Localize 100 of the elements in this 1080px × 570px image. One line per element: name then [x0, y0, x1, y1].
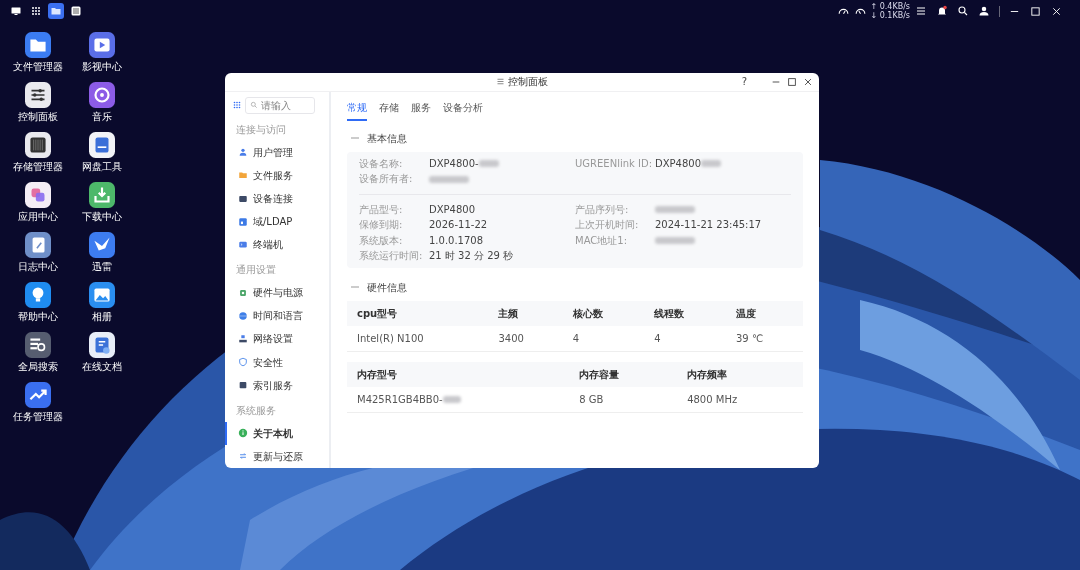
notebook-icon[interactable] [25, 232, 51, 258]
folder-icon [238, 170, 248, 181]
screen-icon [238, 193, 248, 204]
menu-icon[interactable] [915, 5, 927, 17]
music-icon[interactable] [89, 82, 115, 108]
video-icon[interactable] [89, 32, 115, 58]
field-value: DXP4800 [655, 156, 702, 171]
close-icon[interactable] [1051, 5, 1062, 17]
field-value: 2026-11-22 [429, 218, 488, 233]
sidebar-item[interactable]: 域/LDAP [225, 210, 329, 234]
refresh-icon [238, 451, 248, 462]
grid-icon[interactable] [232, 100, 242, 111]
sidebar-item[interactable]: 文件服务 [225, 163, 329, 187]
user-icon[interactable] [978, 5, 990, 17]
column-header: 内存频率 [677, 361, 803, 387]
sidebar-item[interactable]: 网络设置 [225, 327, 329, 351]
terminal-icon [238, 239, 248, 250]
menu-icon [496, 77, 506, 87]
app-label[interactable]: 相册 [92, 311, 112, 323]
sidebar-item[interactable]: 用户管理 [225, 140, 329, 164]
table-cell-text: Intel(R) N100 [357, 331, 424, 346]
app-label[interactable]: 应用中心 [18, 211, 58, 223]
bird-icon[interactable] [89, 232, 115, 258]
bell-icon[interactable] [936, 5, 948, 17]
field-label: 产品型号: [359, 202, 404, 217]
document-icon[interactable] [89, 332, 115, 358]
app-label[interactable]: 迅雷 [92, 261, 112, 273]
chart-icon[interactable] [25, 382, 51, 408]
help-button[interactable]: ? [737, 75, 751, 89]
sidebar-item[interactable]: 设备连接 [225, 186, 329, 211]
sidebar-item[interactable]: 时间和语言 [225, 304, 329, 328]
column-header: 主频 [488, 300, 563, 326]
app-label[interactable]: 在线文档 [82, 361, 122, 373]
tab[interactable]: 存储 [379, 95, 399, 121]
group-title: 连接与访问 [235, 122, 287, 137]
field-label: 设备所有者: [359, 172, 414, 187]
section-title: 基本信息 [367, 131, 407, 146]
group-title: 通用设置 [235, 263, 277, 278]
app-label[interactable]: 影视中心 [82, 61, 122, 73]
field-value: 1.0.0.1708 [429, 233, 484, 248]
apps-icon[interactable] [25, 182, 51, 208]
sidebar-item[interactable]: 索引服务 [225, 373, 329, 397]
maximize-icon[interactable] [787, 77, 797, 87]
domain-icon [238, 216, 248, 227]
field-value: 2024-11-21 23:45:17 [655, 218, 762, 233]
column-header: cpu型号 [347, 300, 489, 326]
close-icon[interactable] [803, 77, 813, 87]
tab[interactable]: 服务 [411, 95, 431, 121]
image-icon[interactable] [89, 282, 115, 308]
table-cell-text: 3400 [498, 331, 524, 346]
column-header: 线程数 [644, 300, 726, 326]
search-field[interactable]: 请输入 [244, 96, 315, 114]
app-label[interactable]: 控制面板 [18, 111, 58, 123]
app-label[interactable]: 音乐 [92, 111, 112, 123]
field-value: DXP4800 [429, 202, 476, 217]
folder-icon[interactable] [25, 32, 51, 58]
chip-icon [238, 287, 248, 298]
table-cell-text: 39 ℃ [736, 331, 764, 346]
field-value: 21 时 32 分 29 秒 [429, 249, 514, 264]
app-label[interactable]: 帮助中心 [18, 311, 58, 323]
field-label: 保修到期: [359, 218, 404, 233]
field-label: 系统版本: [359, 233, 404, 248]
app-label[interactable]: 网盘工具 [82, 161, 122, 173]
sidebar-item[interactable]: 安全性 [225, 350, 329, 374]
network-icon [238, 334, 248, 344]
globe-icon [238, 310, 248, 321]
table-cell-text: M425R1GB4BB0- [357, 392, 443, 407]
field-value: DXP4800- [429, 156, 479, 171]
field-label: 上次开机时间: [575, 218, 640, 233]
storage-icon[interactable] [25, 132, 51, 158]
group-title: 系统服务 [235, 403, 277, 418]
app-label[interactable]: 下载中心 [82, 211, 122, 223]
sidebar-item[interactable]: 更新与还原 [225, 444, 329, 468]
column-header: 核心数 [562, 300, 645, 326]
column-header: 温度 [726, 300, 803, 326]
tab[interactable]: 设备分析 [443, 95, 483, 121]
search-icon [249, 100, 258, 109]
field-label: MAC地址1: [575, 233, 628, 248]
sidebar-item[interactable]: 终端机 [225, 233, 329, 257]
section-title: 硬件信息 [367, 280, 407, 295]
app-label[interactable]: 存储管理器 [13, 161, 63, 173]
app-label[interactable]: 任务管理器 [13, 411, 63, 423]
app-label[interactable]: 日志中心 [18, 261, 58, 273]
app-label[interactable]: 全局搜索 [18, 361, 58, 373]
search-icon[interactable] [25, 332, 51, 358]
download-icon[interactable] [89, 182, 115, 208]
sidebar-item[interactable]: 关于本机 [225, 421, 329, 445]
user-icon [238, 147, 248, 158]
app-label[interactable]: 文件管理器 [13, 61, 63, 73]
tab[interactable]: 常规 [347, 95, 367, 121]
field-label: 设备名称: [359, 156, 404, 171]
sidebar-item[interactable]: 硬件与电源 [225, 281, 329, 305]
drive-icon[interactable] [89, 132, 115, 158]
folder-icon[interactable] [48, 3, 64, 19]
table-cell-text: 8 GB [579, 392, 604, 407]
window-title: 控制面板 [507, 75, 548, 90]
bulb-icon[interactable] [25, 282, 51, 308]
field-label: UGREENlink ID: [575, 156, 654, 171]
search-icon[interactable] [957, 5, 969, 17]
shield-icon [238, 357, 248, 368]
